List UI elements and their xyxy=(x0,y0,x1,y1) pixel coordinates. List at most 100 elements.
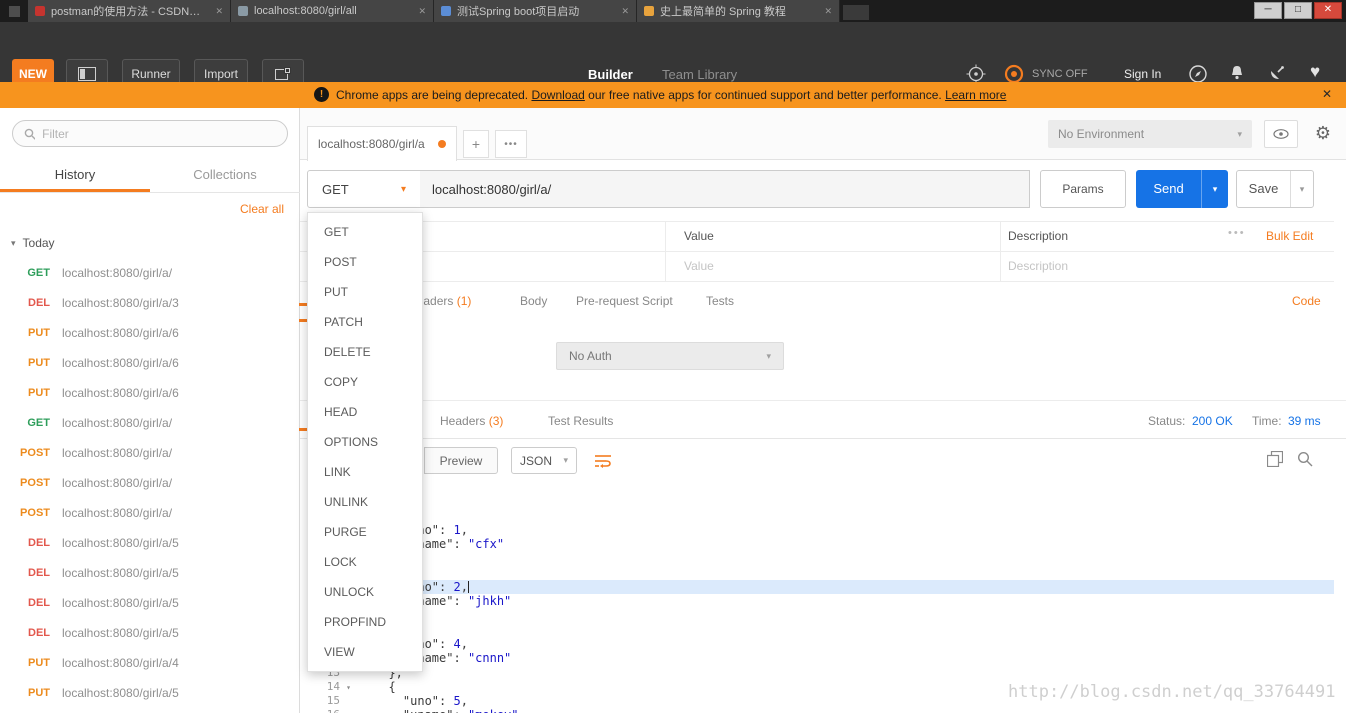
response-tab-headers[interactable]: Headers (3) xyxy=(440,414,503,428)
today-section-header[interactable]: ▾ Today xyxy=(11,236,55,250)
settings-button[interactable]: ⚙ xyxy=(1306,118,1340,148)
learn-more-link[interactable]: Learn more xyxy=(945,88,1006,102)
browser-tab[interactable]: 测试Spring boot项目启动✕ xyxy=(434,0,637,22)
history-item[interactable]: PUTlocalhost:8080/girl/a/6 xyxy=(0,348,300,378)
response-body-editor[interactable]: 1[2 {3 "uno": 1,4 "uname": "cfx"5 },6 {7… xyxy=(300,489,1334,713)
method-menu-item-purge[interactable]: PURGE xyxy=(308,517,422,547)
method-menu-item-patch[interactable]: PATCH xyxy=(308,307,422,337)
method-menu-item-copy[interactable]: COPY xyxy=(308,367,422,397)
history-item[interactable]: GETlocalhost:8080/girl/a/ xyxy=(0,408,300,438)
history-item[interactable]: DELlocalhost:8080/girl/a/5 xyxy=(0,558,300,588)
more-tabs-button[interactable]: ••• xyxy=(495,130,527,158)
maximize-button[interactable]: □ xyxy=(1284,2,1312,19)
value-cell-placeholder[interactable]: Value xyxy=(684,259,714,273)
method-menu-item-delete[interactable]: DELETE xyxy=(308,337,422,367)
status-label: Status: xyxy=(1148,414,1185,428)
save-button[interactable]: Save ▾ xyxy=(1236,170,1314,208)
download-link[interactable]: Download xyxy=(531,88,584,102)
browser-tab[interactable]: postman的使用方法 - CSDN博客✕ xyxy=(28,0,231,22)
heart-icon[interactable]: ♥ xyxy=(1310,62,1320,82)
code-link[interactable]: Code xyxy=(1292,294,1321,308)
request-method-label: DEL xyxy=(10,627,50,639)
method-select[interactable]: GET ▾ xyxy=(307,170,421,208)
history-item[interactable]: DELlocalhost:8080/girl/a/5 xyxy=(0,588,300,618)
code-text: { xyxy=(352,680,1334,694)
preview-view-button[interactable]: Preview xyxy=(424,447,498,474)
params-menu-dots[interactable]: ••• xyxy=(1228,227,1246,239)
method-menu-item-link[interactable]: LINK xyxy=(308,457,422,487)
tab-close-icon[interactable]: ✕ xyxy=(418,6,426,17)
code-line: 11 "uno": 4, xyxy=(300,637,1334,651)
history-item[interactable]: POSTlocalhost:8080/girl/a/ xyxy=(0,498,300,528)
tab-favicon-icon xyxy=(35,6,45,16)
tab-favicon-icon xyxy=(238,6,248,16)
new-tab-button[interactable] xyxy=(843,5,869,20)
save-options-caret[interactable]: ▾ xyxy=(1290,171,1313,207)
method-menu-item-options[interactable]: OPTIONS xyxy=(308,427,422,457)
wrap-text-button[interactable] xyxy=(590,449,616,473)
url-input[interactable] xyxy=(420,170,1030,208)
method-menu-item-view[interactable]: VIEW xyxy=(308,637,422,667)
method-menu-item-head[interactable]: HEAD xyxy=(308,397,422,427)
close-window-button[interactable]: ✕ xyxy=(1314,2,1342,19)
method-menu-item-propfind[interactable]: PROPFIND xyxy=(308,607,422,637)
method-menu-item-post[interactable]: POST xyxy=(308,247,422,277)
request-subtab-pre-request-script[interactable]: Pre-request Script xyxy=(576,294,673,308)
copy-response-button[interactable] xyxy=(1264,448,1286,470)
environment-select[interactable]: No Environment ▾ xyxy=(1048,120,1252,148)
params-button[interactable]: Params xyxy=(1040,170,1126,208)
method-menu-item-lock[interactable]: LOCK xyxy=(308,547,422,577)
tab-builder[interactable]: Builder xyxy=(588,67,633,82)
method-menu-item-get[interactable]: GET xyxy=(308,217,422,247)
browser-tab[interactable]: localhost:8080/girl/all✕ xyxy=(231,0,434,22)
text-cursor xyxy=(468,581,469,593)
tab-team-library[interactable]: Team Library xyxy=(662,67,737,82)
history-item[interactable]: PUTlocalhost:8080/girl/a/6 xyxy=(0,378,300,408)
description-cell-placeholder[interactable]: Description xyxy=(1008,259,1068,273)
sign-in-link[interactable]: Sign In xyxy=(1124,67,1161,81)
request-url-label: localhost:8080/girl/a/5 xyxy=(62,596,179,610)
search-response-button[interactable] xyxy=(1294,448,1316,470)
tab-close-icon[interactable]: ✕ xyxy=(824,6,832,17)
response-format-select[interactable]: JSON ▾ xyxy=(511,447,577,474)
history-item[interactable]: PUTlocalhost:8080/girl/a/6 xyxy=(0,318,300,348)
history-item[interactable]: DELlocalhost:8080/girl/a/5 xyxy=(0,618,300,648)
history-item[interactable]: DELlocalhost:8080/girl/a/5 xyxy=(0,528,300,558)
filter-input[interactable] xyxy=(42,127,276,141)
history-item[interactable]: PUTlocalhost:8080/girl/a/5 xyxy=(0,678,300,708)
auth-type-select[interactable]: No Auth ▾ xyxy=(556,342,784,370)
method-menu-item-unlock[interactable]: UNLOCK xyxy=(308,577,422,607)
request-url-label: localhost:8080/girl/a/3 xyxy=(62,296,179,310)
environment-preview-button[interactable] xyxy=(1264,120,1298,148)
banner-close-icon[interactable]: ✕ xyxy=(1322,87,1332,101)
history-item[interactable]: PUTlocalhost:8080/girl/a/4 xyxy=(0,648,300,678)
request-subtab-body[interactable]: Body xyxy=(520,294,547,308)
history-item[interactable]: GETlocalhost:8080/girl/a/ xyxy=(0,258,300,288)
send-button[interactable]: Send ▾ xyxy=(1136,170,1228,208)
tab-history[interactable]: History xyxy=(0,158,150,192)
layout-icon xyxy=(78,67,96,81)
response-tab-test-results[interactable]: Test Results xyxy=(548,414,613,428)
minimize-button[interactable]: ─ xyxy=(1254,2,1282,19)
tab-collections[interactable]: Collections xyxy=(150,158,300,192)
open-new-tab-button[interactable]: + xyxy=(463,130,489,158)
tab-close-icon[interactable]: ✕ xyxy=(621,6,629,17)
line-number: 16 xyxy=(300,708,352,713)
send-options-caret[interactable]: ▾ xyxy=(1201,170,1228,208)
browser-tab-title: 史上最简单的 Spring 教程 xyxy=(660,3,818,19)
clear-all-link[interactable]: Clear all xyxy=(240,202,284,216)
request-tab[interactable]: localhost:8080/girl/a xyxy=(307,126,457,161)
fold-caret-icon[interactable]: ▾ xyxy=(346,681,351,695)
history-item[interactable]: POSTlocalhost:8080/girl/a/ xyxy=(0,468,300,498)
history-item[interactable]: DELlocalhost:8080/girl/a/3 xyxy=(0,288,300,318)
browser-tab[interactable]: 史上最简单的 Spring 教程 ✕ xyxy=(637,0,840,22)
tab-close-icon[interactable]: ✕ xyxy=(215,6,223,17)
code-text: "uno": 4, xyxy=(352,637,1334,651)
tab-favicon-icon xyxy=(441,6,451,16)
history-item[interactable]: POSTlocalhost:8080/girl/a/ xyxy=(0,438,300,468)
code-line: 5 }, xyxy=(300,551,1334,565)
bulk-edit-link[interactable]: Bulk Edit xyxy=(1266,229,1313,243)
request-subtab-tests[interactable]: Tests xyxy=(706,294,734,308)
method-menu-item-put[interactable]: PUT xyxy=(308,277,422,307)
method-menu-item-unlink[interactable]: UNLINK xyxy=(308,487,422,517)
